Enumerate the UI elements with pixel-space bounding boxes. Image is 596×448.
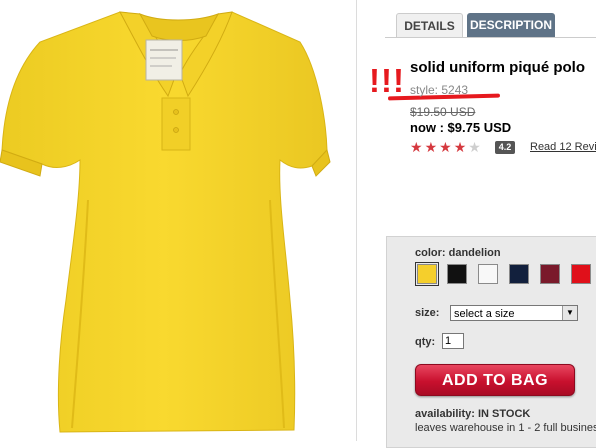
swatch-burgundy[interactable] <box>540 264 560 284</box>
polo-shirt-image <box>0 11 331 433</box>
product-title: solid uniform piqué polo <box>410 59 585 76</box>
selected-color-name: dandelion <box>448 247 501 259</box>
tab-description[interactable]: DESCRIPTION <box>467 13 555 37</box>
quantity-input[interactable] <box>442 333 464 349</box>
add-to-bag-button[interactable]: ADD TO BAG <box>415 364 575 396</box>
shipping-info: leaves warehouse in 1 - 2 full busines <box>415 422 596 434</box>
style-number: style: 5243 <box>410 83 469 97</box>
annotation-exclamation-marks: !!! <box>369 62 405 99</box>
swatch-red[interactable] <box>571 264 591 284</box>
product-image[interactable] <box>0 0 356 441</box>
panel-divider <box>356 0 357 441</box>
color-label: color: dandelion <box>415 247 501 259</box>
qty-label: qty: <box>415 336 436 348</box>
size-dropdown[interactable]: select a size ▼ <box>450 305 578 321</box>
star-icon: ★ <box>424 139 440 155</box>
size-dropdown-value: select a size <box>454 308 515 320</box>
star-icon: ★ <box>453 139 469 155</box>
size-label: size: <box>415 307 440 319</box>
availability: availability: IN STOCK <box>415 408 530 420</box>
original-price: $19.50 USD <box>410 105 476 119</box>
swatch-white[interactable] <box>478 264 498 284</box>
read-reviews-link[interactable]: Read 12 Revie <box>530 141 596 153</box>
tab-details[interactable]: DETAILS <box>396 13 463 38</box>
availability-label: availability: <box>415 408 475 420</box>
chevron-down-icon[interactable]: ▼ <box>562 306 577 320</box>
rating-stars: ★★★★★ <box>410 139 483 156</box>
star-icon: ★ <box>439 139 454 155</box>
star-icon: ★ <box>410 139 425 155</box>
tabs-divider <box>385 37 596 38</box>
sale-price: now : $9.75 USD <box>410 120 512 135</box>
swatch-black[interactable] <box>447 264 467 284</box>
star-icon: ★ <box>468 139 483 155</box>
swatch-navy[interactable] <box>509 264 529 284</box>
availability-status: IN STOCK <box>477 408 531 420</box>
swatch-dandelion[interactable] <box>415 262 439 286</box>
rating-score-badge: 4.2 <box>495 141 515 154</box>
color-label-text: color: <box>415 247 446 259</box>
